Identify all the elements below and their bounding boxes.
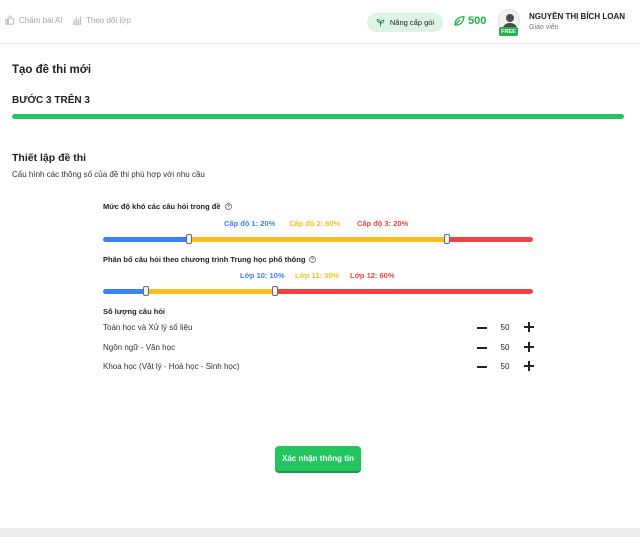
question-count-title: Số lượng câu hỏi (103, 307, 166, 316)
curriculum-handle-1[interactable] (143, 286, 149, 296)
minus-icon (477, 347, 487, 349)
subject-name: Ngôn ngữ - Văn học (103, 343, 176, 352)
points-value: 500 (468, 15, 487, 27)
top-bar: Chấm bài AI Theo dõi lớp Nâng cấp gói 50… (0, 0, 640, 44)
difficulty-handle-2[interactable] (444, 234, 450, 244)
question-count-row: Ngôn ngữ - Văn học 50 (103, 341, 538, 355)
increment-button[interactable] (523, 341, 535, 353)
difficulty-level-2-label: Cấp độ 2: 60% (289, 219, 341, 228)
curriculum-segment-2 (146, 289, 275, 294)
curriculum-segment-1 (103, 289, 146, 294)
page-title: Tạo đề thi mới (12, 64, 92, 76)
curriculum-slider[interactable] (103, 286, 533, 296)
question-count-row: Khoa học (Vật lý - Hoá học - Sinh học) 5… (103, 360, 538, 374)
decrement-button[interactable] (475, 321, 489, 335)
difficulty-segment-3 (447, 237, 533, 242)
grade-11-label: Lớp 11: 30% (295, 271, 340, 280)
leaf-icon (454, 15, 465, 26)
grade-12-label: Lớp 12: 60% (350, 271, 395, 280)
difficulty-level-3-label: Cấp độ 3: 20% (357, 219, 409, 228)
curriculum-segment-3 (275, 289, 533, 294)
points-balance: 500 (453, 15, 486, 27)
curriculum-label: Phân bổ câu hỏi theo chương trình Trung … (103, 255, 317, 264)
bottom-scroll-area (0, 528, 640, 537)
nav-ai-grading-label: Chấm bài AI (19, 15, 63, 25)
difficulty-segment-1 (103, 237, 189, 242)
step-progress-fill (12, 114, 624, 119)
difficulty-label-text: Mức độ khó các câu hỏi trong đề (103, 202, 221, 211)
decrement-button[interactable] (475, 360, 489, 374)
user-name: NGUYỄN THỊ BÍCH LOAN (529, 12, 625, 21)
difficulty-handle-1[interactable] (186, 234, 192, 244)
curriculum-handle-2[interactable] (272, 286, 278, 296)
section-subtitle: Cấu hình các thông số của đề thi phù hợp… (12, 170, 205, 179)
question-count-value[interactable]: 50 (497, 343, 513, 352)
step-progress-bar (12, 114, 624, 119)
question-count-row: Toán học và Xử lý số liệu 50 (103, 321, 538, 335)
thumbs-up-icon (5, 15, 15, 25)
minus-icon (477, 366, 487, 368)
curriculum-label-text: Phân bổ câu hỏi theo chương trình Trung … (103, 255, 306, 264)
difficulty-level-1-label: Cấp độ 1: 20% (224, 219, 276, 228)
plan-badge: FREE (499, 27, 518, 36)
grade-10-label: Lớp 10: 10% (240, 271, 285, 280)
decrement-button[interactable] (475, 341, 489, 355)
help-icon[interactable] (309, 256, 317, 263)
increment-button[interactable] (523, 360, 535, 372)
subject-name: Toán học và Xử lý số liệu (103, 323, 193, 332)
question-count-value[interactable]: 50 (497, 362, 513, 371)
nav-ai-grading[interactable]: Chấm bài AI (5, 15, 63, 25)
confirm-button[interactable]: Xác nhận thông tin (275, 446, 361, 471)
sprout-icon (376, 19, 385, 27)
upgrade-plan-label: Nâng cấp gói (389, 18, 435, 27)
nav-class-tracking-label: Theo dõi lớp (86, 15, 131, 25)
difficulty-slider[interactable] (103, 234, 533, 244)
nav-class-tracking[interactable]: Theo dõi lớp (72, 15, 131, 25)
help-icon[interactable] (224, 203, 232, 210)
user-role: Giáo viên (529, 24, 559, 31)
bar-chart-icon (72, 16, 82, 25)
subject-name: Khoa học (Vật lý - Hoá học - Sinh học) (103, 362, 240, 371)
upgrade-plan-button[interactable]: Nâng cấp gói (367, 13, 443, 32)
difficulty-segment-2 (189, 237, 447, 242)
minus-icon (477, 327, 487, 329)
section-title: Thiết lập đề thi (12, 152, 87, 164)
increment-button[interactable] (523, 321, 535, 333)
question-count-value[interactable]: 50 (497, 323, 513, 332)
step-indicator: BƯỚC 3 TRÊN 3 (12, 95, 90, 106)
difficulty-label: Mức độ khó các câu hỏi trong đề (103, 202, 232, 211)
